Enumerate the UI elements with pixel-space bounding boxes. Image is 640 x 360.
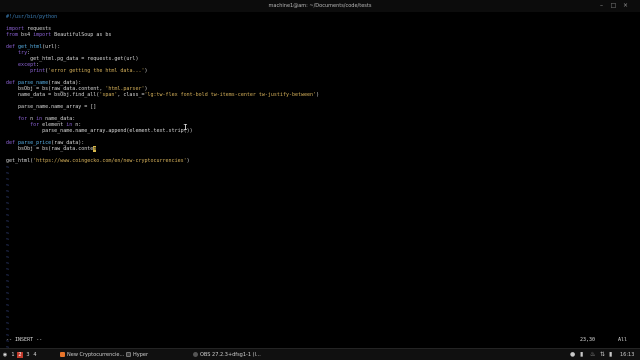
code-token: name_data = bsObj.find_all( — [6, 92, 100, 98]
color-picker-icon[interactable]: ● — [570, 351, 575, 359]
workspace-2[interactable]: 2 — [17, 352, 23, 358]
task-obs[interactable]: OBS 27.2.3+dfsg1-1 (I... — [193, 351, 261, 359]
code-line[interactable]: parse_name.name_array = [] — [6, 104, 96, 110]
code-token: ) — [316, 92, 320, 98]
task-label: Hyper — [133, 352, 149, 358]
code-token: 'lg:tw-flex font-bold tw-items-center tw… — [144, 92, 317, 98]
code-token: ) — [186, 158, 190, 164]
code-token: BeautifulSoup as bs — [51, 32, 112, 38]
vim-editor[interactable]: #!/usr/bin/python import requests from bs4… — [0, 14, 640, 351]
code-token: bsObj = bs(raw_data.conte — [6, 146, 94, 152]
code-token: from — [6, 32, 19, 38]
code-line[interactable]: get_html('https://www.coingecko.com/en/n… — [6, 158, 190, 164]
code-line[interactable]: parse_name.name_array.append(element.tex… — [6, 128, 193, 134]
firefox-icon — [60, 352, 65, 357]
taskbar: ◉ 1 2 3 4 New Cryptocurrencie... Hyper O… — [0, 348, 640, 360]
code-token: 'https://www.coingecko.com/en/new-crypto… — [33, 158, 187, 164]
insert-mode-indicator: -- INSERT -- — [6, 337, 43, 343]
task-label: OBS 27.2.3+dfsg1-1 (I... — [200, 352, 261, 358]
text-cursor: n — [93, 146, 97, 152]
code-line[interactable]: from bs4 import BeautifulSoup as bs — [6, 32, 111, 38]
code-line[interactable]: bsObj = bs(raw_data.conten — [6, 146, 97, 152]
code-token: import — [33, 32, 52, 38]
code-token: 'span' — [99, 92, 118, 98]
cursor-position: 23,30 — [580, 337, 596, 343]
code-token: #!/usr/bin/python — [6, 14, 58, 20]
code-token: parse_name.name_array = [] — [6, 104, 97, 110]
mouse-ibeam-cursor-icon: I — [183, 123, 188, 132]
clipboard-icon[interactable]: ▮ — [580, 351, 583, 359]
workspace-1[interactable]: 1 — [10, 352, 16, 358]
window-title: machine1@am: ~/Documents/code/tests — [268, 3, 372, 9]
scroll-indicator: All — [618, 337, 628, 343]
minimize-icon[interactable]: – — [598, 2, 605, 9]
code-token: ) — [144, 68, 148, 74]
terminal-icon — [126, 352, 131, 357]
volume-icon[interactable]: ♨ — [590, 351, 595, 359]
code-token: , class_= — [117, 92, 145, 98]
task-browser[interactable]: New Cryptocurrencie... — [60, 351, 124, 359]
code-line[interactable]: #!/usr/bin/python — [6, 14, 57, 20]
code-line[interactable]: print('error getting the html data...') — [6, 68, 148, 74]
workspace-3[interactable]: 3 — [25, 352, 31, 358]
vim-statusline: -- INSERT -- 23,30 All — [0, 336, 640, 344]
maximize-icon[interactable]: □ — [610, 2, 617, 9]
code-token: print — [30, 68, 46, 74]
network-icon[interactable]: ⇅ — [600, 351, 605, 359]
code-token: get_html( — [6, 158, 34, 164]
code-token: 'error getting the html data...' — [48, 68, 145, 74]
workspace-4[interactable]: 4 — [32, 352, 38, 358]
task-label: New Cryptocurrencie... — [67, 352, 125, 358]
clock[interactable]: 16:13 — [620, 351, 634, 359]
code-line[interactable]: name_data = bsObj.find_all('span', class… — [6, 92, 319, 98]
code-token: parse_name.name_array.append(element.tex… — [6, 128, 193, 134]
window-titlebar[interactable]: machine1@am: ~/Documents/code/tests – □ … — [0, 0, 640, 12]
code-token: bs4 — [18, 32, 34, 38]
obs-icon — [193, 352, 198, 357]
code-token: (url): — [42, 44, 61, 50]
task-terminal[interactable]: Hyper — [126, 351, 148, 359]
close-icon[interactable]: × — [622, 2, 629, 9]
battery-icon[interactable]: ▮ — [609, 351, 612, 359]
start-menu-icon[interactable]: ◉ — [2, 352, 8, 358]
